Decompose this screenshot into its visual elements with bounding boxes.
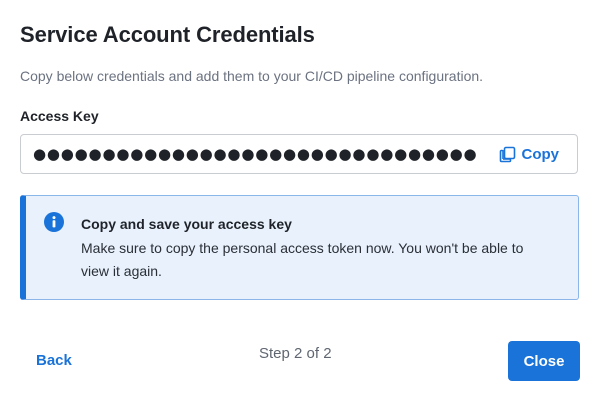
dialog-title: Service Account Credentials xyxy=(20,22,315,47)
info-alert: Copy and save your access key Make sure … xyxy=(20,195,579,300)
dialog-subtitle: Copy below credentials and add them to y… xyxy=(20,68,484,84)
access-key-label: Access Key xyxy=(20,108,99,124)
credentials-dialog: Service Account Credentials Copy below c… xyxy=(0,0,601,399)
close-button[interactable]: Close xyxy=(508,341,580,381)
back-button[interactable]: Back xyxy=(22,344,86,376)
alert-title: Copy and save your access key xyxy=(81,216,292,232)
copy-button-label: Copy xyxy=(521,145,560,163)
alert-message: Make sure to copy the personal access to… xyxy=(81,240,524,279)
copy-icon xyxy=(499,146,516,163)
step-indicator: Step 2 of 2 xyxy=(259,345,332,362)
info-icon xyxy=(44,212,64,232)
access-key-value[interactable]: ●●●●●●●●●●●●●●●●●●●●●●●●●●●●●●●● xyxy=(33,144,477,164)
access-key-field[interactable]: ●●●●●●●●●●●●●●●●●●●●●●●●●●●●●●●● Copy xyxy=(20,134,578,174)
copy-button[interactable]: Copy xyxy=(493,142,566,166)
